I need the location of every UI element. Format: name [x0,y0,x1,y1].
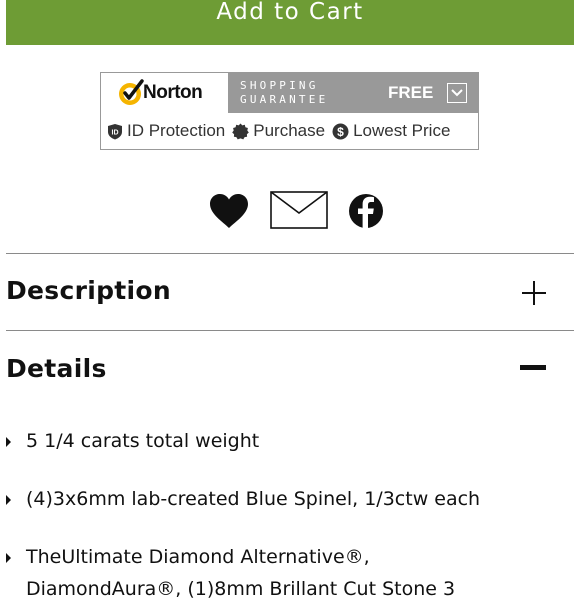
norton-guarantee-panel: SHOPPING GUARANTEE FREE [228,73,478,113]
guarantee-line-1: SHOPPING [240,79,319,92]
chevron-down-icon[interactable] [447,83,467,103]
minus-icon[interactable] [520,364,546,372]
heart-icon[interactable] [209,193,249,229]
feature-label: ID Protection [127,121,226,140]
feature-lowest-price: $ Lowest Price [332,121,450,141]
bullet-icon [6,495,11,505]
details-list: 5 1/4 carats total weight (4)3x6mm lab-c… [6,425,574,605]
add-to-cart-button[interactable]: Add to Cart [6,0,574,45]
envelope-icon[interactable] [270,191,328,229]
norton-brand-text: Norton [143,82,203,103]
list-item: TheUltimate Diamond Alternative®, Diamon… [6,541,574,605]
bullet-icon [6,437,11,447]
norton-shopping-guarantee-badge[interactable]: Norton SHOPPING GUARANTEE FREE ID ID Pro… [100,72,479,150]
feature-label: Purchase [253,121,326,140]
norton-badge-header: Norton SHOPPING GUARANTEE FREE [101,73,478,113]
norton-features-row: ID ID Protection Purchase $ Lowest Price [101,113,478,149]
feature-purchase: Purchase [232,121,325,141]
guarantee-line-2: GUARANTEE [240,93,329,106]
description-accordion-title[interactable]: Description [6,276,171,305]
facebook-icon[interactable] [348,192,384,230]
norton-checkmark-icon [119,79,144,105]
divider [6,330,574,331]
details-accordion-title[interactable]: Details [6,354,107,383]
divider [6,253,574,254]
detail-text: (4)3x6mm lab-created Blue Spinel, 1/3ctw… [26,488,481,510]
list-item: 5 1/4 carats total weight [6,425,574,457]
dollar-coin-icon: $ [332,123,349,139]
share-row [0,190,580,232]
bullet-icon [6,553,11,563]
svg-text:$: $ [337,125,344,139]
detail-text-continued: DiamondAura®, (1)8mm Brillant Cut Stone … [26,578,456,600]
feature-id-protection: ID ID Protection [107,121,225,141]
norton-logo: Norton [101,73,228,113]
svg-text:ID: ID [112,129,119,136]
free-label: FREE [388,83,434,102]
plus-icon[interactable] [521,280,547,306]
list-item: (4)3x6mm lab-created Blue Spinel, 1/3ctw… [6,483,574,515]
detail-text: 5 1/4 carats total weight [26,430,260,452]
id-badge-icon: ID [108,123,122,139]
shopping-guarantee-text: SHOPPING GUARANTEE [240,79,328,107]
seal-icon [232,123,250,139]
feature-label: Lowest Price [353,121,451,140]
detail-text: TheUltimate Diamond Alternative®, [26,546,370,568]
